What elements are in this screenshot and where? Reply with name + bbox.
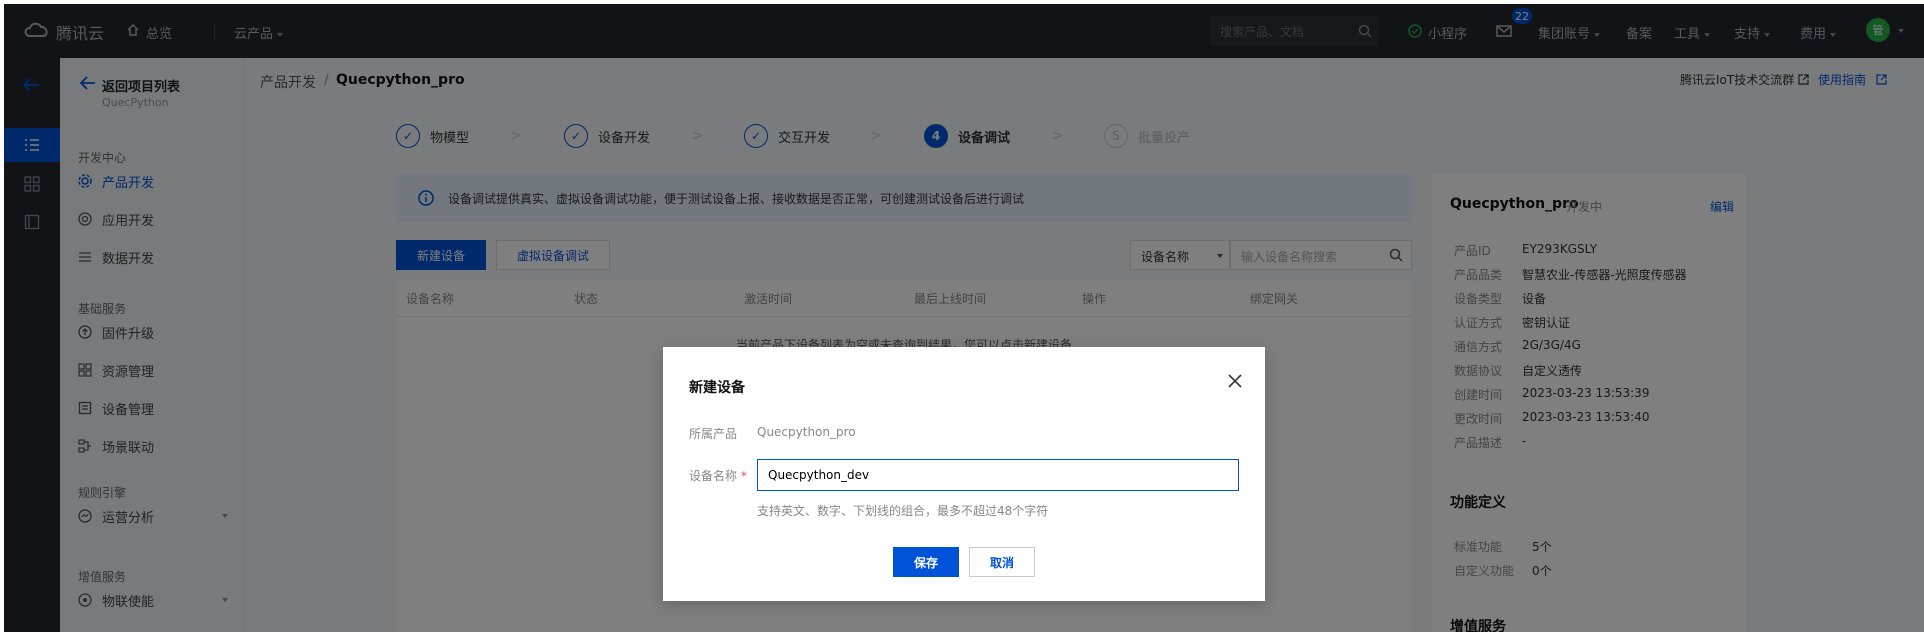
product-label: 所属产品	[689, 427, 738, 441]
product-value: Quecpython_pro	[757, 425, 856, 439]
new-device-dialog: 新建设备 所属产品 Quecpython_pro 设备名称 * 支持英文、数字、…	[663, 347, 1265, 601]
device-name-label: 设备名称 *	[689, 469, 747, 483]
save-button[interactable]: 保存	[893, 547, 959, 577]
device-name-input[interactable]	[757, 459, 1239, 491]
close-icon[interactable]	[1227, 373, 1243, 389]
cancel-button[interactable]: 取消	[969, 547, 1035, 577]
dialog-title: 新建设备	[689, 380, 745, 396]
device-name-hint: 支持英文、数字、下划线的组合，最多不超过48个字符	[757, 504, 1049, 518]
